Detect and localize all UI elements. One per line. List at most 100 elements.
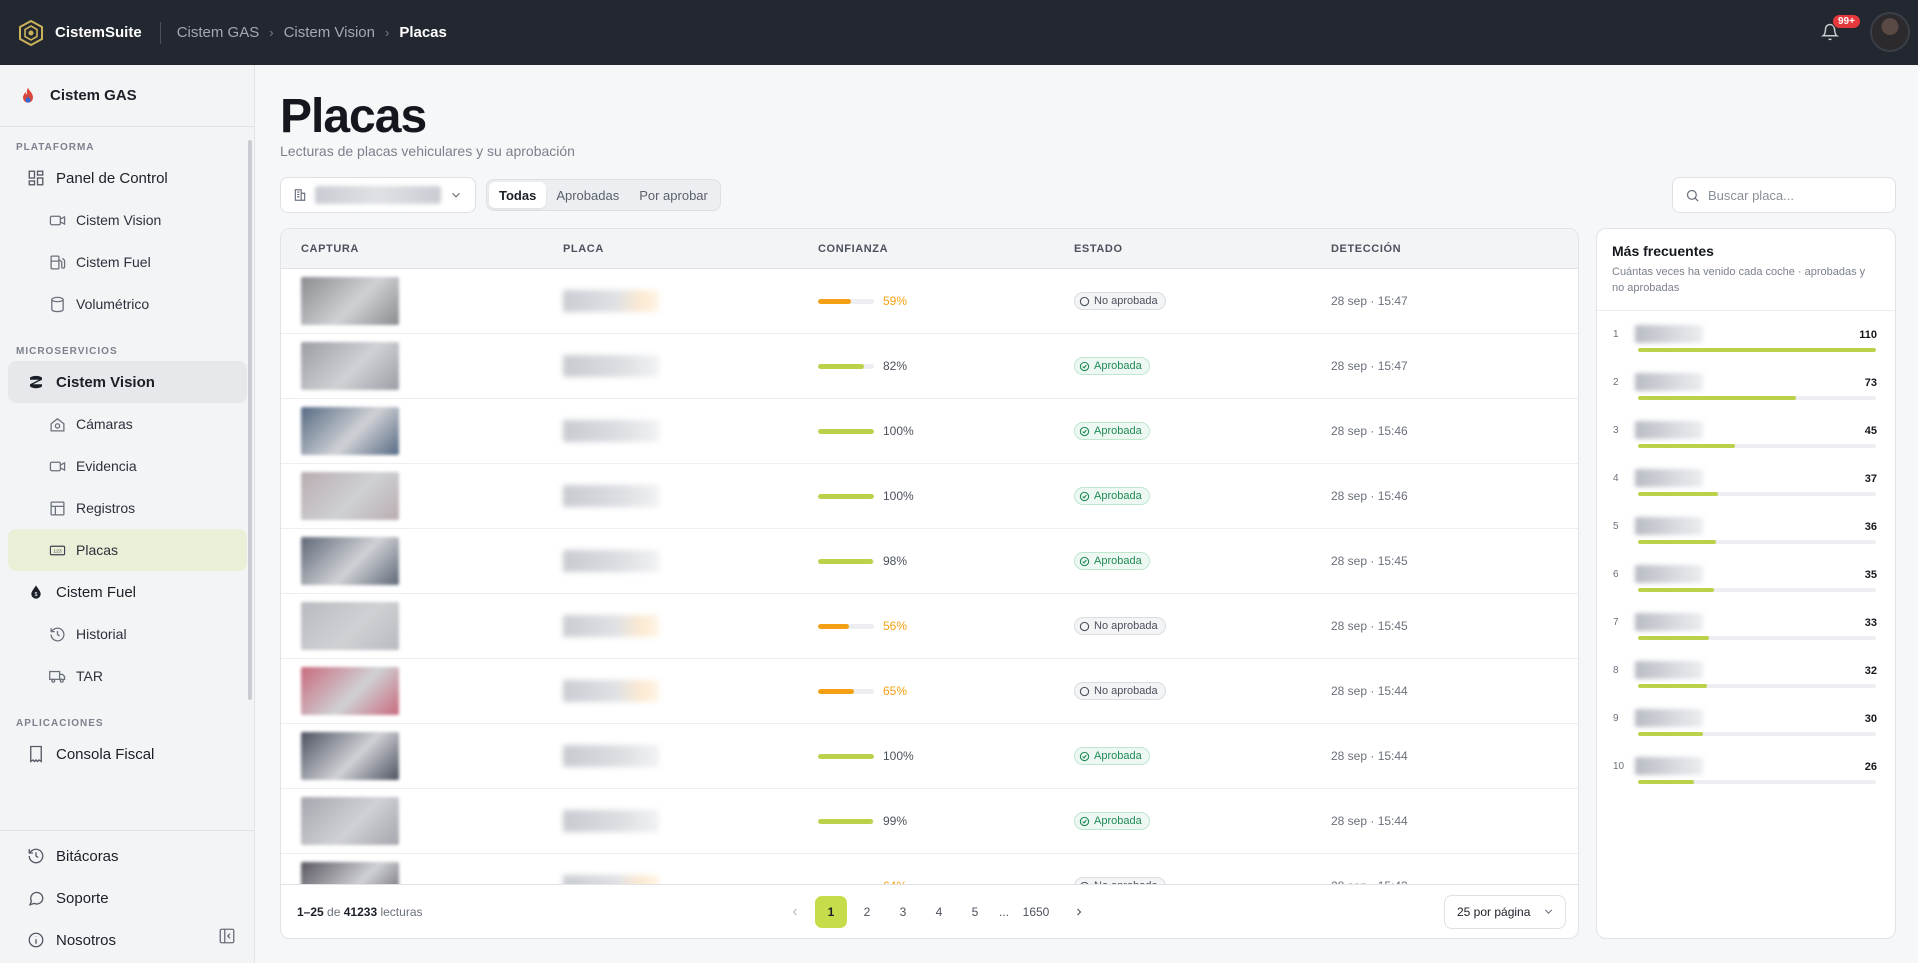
sidebar-item-tar[interactable]: TAR	[8, 655, 247, 697]
sidebar-item-label: Consola Fiscal	[56, 745, 155, 763]
sidebar-item-bitacoras[interactable]: Bitácoras	[8, 835, 247, 877]
cell-deteccion: 28 sep · 15:46	[1331, 489, 1408, 503]
header-deteccion[interactable]: DETECCIÓN	[1311, 243, 1551, 255]
table-row[interactable]: 65% No aprobada 28 sep · 15:44	[281, 659, 1578, 724]
sidebar-item-ms-cistem-vision[interactable]: Cistem Vision	[8, 361, 247, 403]
cell-confianza: 59%	[798, 294, 1054, 308]
cell-captura	[281, 667, 543, 715]
frequent-item[interactable]: 6 35	[1597, 563, 1895, 611]
frequent-item[interactable]: 2 73	[1597, 371, 1895, 419]
capture-thumbnail[interactable]	[301, 537, 399, 585]
page-last-button[interactable]: 1650	[1013, 896, 1059, 928]
frequent-item[interactable]: 3 45	[1597, 419, 1895, 467]
frequent-plate-redacted	[1635, 757, 1703, 775]
table-body[interactable]: 59% No aprobada 28 sep · 15:47 82% Aprobada 2…	[281, 269, 1578, 887]
table-row[interactable]: 99% Aprobada 28 sep · 15:44	[281, 789, 1578, 854]
notifications-button[interactable]: 99+	[1810, 12, 1861, 52]
capture-thumbnail[interactable]	[301, 732, 399, 780]
sidebar-item-soporte[interactable]: Soporte	[8, 877, 247, 919]
capture-thumbnail[interactable]	[301, 602, 399, 650]
sidebar-item-cistem-fuel[interactable]: Cistem Fuel	[8, 241, 247, 283]
status-label: Aprobada	[1094, 490, 1142, 502]
page-1-button[interactable]: 1	[815, 895, 847, 928]
frequent-item[interactable]: 5 36	[1597, 515, 1895, 563]
collapse-sidebar-icon[interactable]	[218, 927, 236, 945]
sidebar-item-camaras[interactable]: Cámaras	[8, 403, 247, 445]
capture-thumbnail[interactable]	[301, 472, 399, 520]
page-3-button[interactable]: 3	[887, 896, 919, 928]
table-row[interactable]: 100% Aprobada 28 sep · 15:44	[281, 724, 1578, 789]
capture-thumbnail[interactable]	[301, 342, 399, 390]
capture-thumbnail[interactable]	[301, 277, 399, 325]
capture-thumbnail[interactable]	[301, 407, 399, 455]
header-placa[interactable]: PLACA	[543, 243, 798, 255]
page-2-button[interactable]: 2	[851, 896, 883, 928]
header-estado[interactable]: ESTADO	[1054, 243, 1311, 255]
app-switcher[interactable]: Cistem GAS	[0, 65, 254, 127]
tab-por-aprobar[interactable]: Por aprobar	[629, 182, 718, 208]
table-row[interactable]: 64%No aprobada28 sep · 15:43	[281, 854, 1578, 887]
sidebar-item-label: Placas	[76, 542, 119, 558]
cell-confianza: 100%	[798, 489, 1054, 503]
cell-placa	[543, 745, 798, 767]
frequent-item[interactable]: 9 30	[1597, 707, 1895, 755]
confidence-bar-fill	[818, 818, 874, 824]
table-row[interactable]: 82% Aprobada 28 sep · 15:47	[281, 334, 1578, 399]
page-5-button[interactable]: 5	[959, 896, 991, 928]
table-row[interactable]: 59% No aprobada 28 sep · 15:47	[281, 269, 1578, 334]
table-row[interactable]: 100% Aprobada 28 sep · 15:46	[281, 464, 1578, 529]
sidebar-item-panel-de-control[interactable]: Panel de Control	[8, 157, 247, 199]
sidebar-item-label: Cámaras	[76, 416, 133, 432]
search-input[interactable]	[1708, 187, 1878, 203]
table-row[interactable]: 98% Aprobada 28 sep · 15:45	[281, 529, 1578, 594]
frequent-item[interactable]: 4 37	[1597, 467, 1895, 515]
table-row[interactable]: 56% No aprobada 28 sep · 15:45	[281, 594, 1578, 659]
frequent-item[interactable]: 10 26	[1597, 755, 1895, 803]
status-badge: Aprobada	[1074, 747, 1150, 765]
sidebar-item-historial[interactable]: Historial	[8, 613, 247, 655]
per-page-select[interactable]: 25 por página	[1444, 894, 1566, 929]
page-title: Placas	[280, 90, 427, 143]
next-page-button[interactable]	[1063, 896, 1095, 928]
sidebar-scrollbar[interactable]	[248, 140, 252, 700]
frequent-bar-fill	[1638, 348, 1876, 352]
page-subtitle: Lecturas de placas vehiculares y su apro…	[280, 143, 575, 159]
tab-aprobadas[interactable]: Aprobadas	[546, 182, 629, 208]
frequent-plate-redacted	[1635, 565, 1703, 583]
sidebar-item-consola-fiscal[interactable]: Consola Fiscal	[8, 733, 247, 775]
capture-thumbnail[interactable]	[301, 667, 399, 715]
breadcrumb-cistem-vision[interactable]: Cistem Vision	[284, 24, 375, 41]
table-row[interactable]: 100% Aprobada 28 sep · 15:46	[281, 399, 1578, 464]
header-confianza[interactable]: CONFIANZA	[798, 243, 1054, 255]
frequent-item[interactable]: 7 33	[1597, 611, 1895, 659]
header-captura[interactable]: CAPTURA	[281, 243, 543, 255]
plate-redacted	[563, 485, 659, 507]
sidebar-item-ms-cistem-fuel[interactable]: $ Cistem Fuel	[8, 571, 247, 613]
sidebar-item-volumetrico[interactable]: Volumétrico	[8, 283, 247, 325]
status-badge: Aprobada	[1074, 422, 1150, 440]
confidence-bar	[818, 753, 874, 759]
sidebar-item-cistem-vision[interactable]: Cistem Vision	[8, 199, 247, 241]
frequent-item[interactable]: 1 110	[1597, 323, 1895, 371]
capture-thumbnail[interactable]	[301, 797, 399, 845]
sidebar-item-evidencia[interactable]: Evidencia	[8, 445, 247, 487]
confidence-value: 59%	[883, 294, 908, 308]
breadcrumb-cistem-gas[interactable]: Cistem GAS	[177, 24, 260, 41]
frequent-item[interactable]: 8 32	[1597, 659, 1895, 707]
station-select[interactable]	[280, 177, 476, 213]
avatar[interactable]	[1870, 12, 1910, 52]
sidebar-nav[interactable]: PLATAFORMA Panel de Control Cistem Visio…	[0, 127, 255, 830]
sidebar: Cistem GAS PLATAFORMA Panel de Control C…	[0, 65, 255, 963]
sidebar-item-placas[interactable]: 123 Placas	[8, 529, 247, 571]
page-4-button[interactable]: 4	[923, 896, 955, 928]
history-icon	[26, 846, 46, 866]
section-plataforma: PLATAFORMA	[16, 142, 95, 153]
prev-page-button[interactable]	[779, 896, 811, 928]
sidebar-item-nosotros[interactable]: Nosotros	[8, 919, 247, 961]
tab-todas[interactable]: Todas	[489, 182, 547, 208]
brand[interactable]: CistemSuite	[18, 19, 142, 46]
check-circle-icon	[1079, 816, 1090, 826]
confidence-bar	[818, 623, 874, 629]
cell-deteccion: 28 sep · 15:44	[1331, 814, 1408, 828]
sidebar-item-registros[interactable]: Registros	[8, 487, 247, 529]
